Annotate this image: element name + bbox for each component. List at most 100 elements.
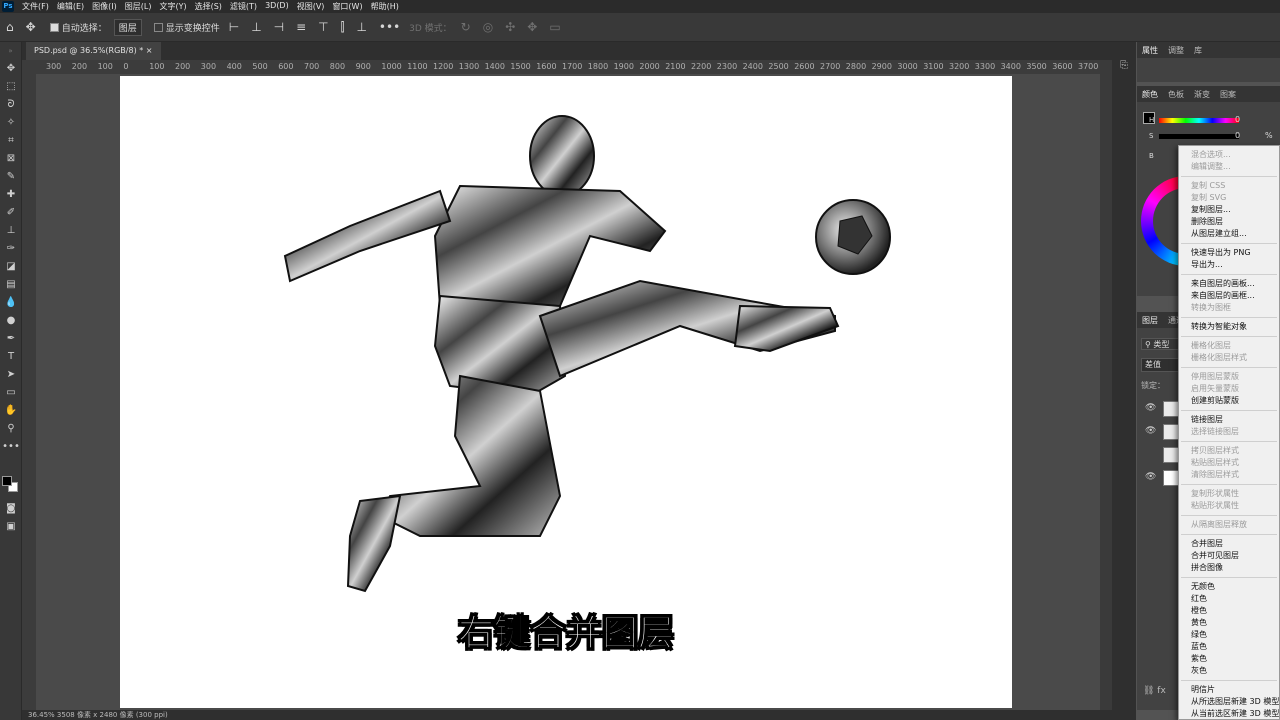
panel-tab[interactable]: 库 bbox=[1194, 45, 1202, 56]
healing-brush-icon[interactable]: ✚ bbox=[0, 186, 22, 204]
pen-tool-icon[interactable]: ✒ bbox=[0, 330, 22, 348]
link-layers-icon[interactable]: ⛓ fx bbox=[1143, 686, 1166, 696]
roll-3d-icon[interactable]: ◎ bbox=[483, 20, 493, 34]
context-menu-item[interactable]: 绿色 bbox=[1179, 629, 1279, 641]
menu-item[interactable]: 选择(S) bbox=[195, 1, 222, 12]
screen-mode-icon[interactable]: ▣ bbox=[0, 518, 22, 536]
hand-tool-icon[interactable]: ✋ bbox=[0, 402, 22, 420]
context-menu-item[interactable]: 从当前选区新建 3D 模型 bbox=[1179, 708, 1279, 720]
move-tool-icon[interactable]: ✥ bbox=[0, 60, 22, 78]
move-tool-icon[interactable]: ✥ bbox=[26, 20, 36, 34]
type-tool-icon[interactable]: T bbox=[0, 348, 22, 366]
context-menu-item[interactable]: 灰色 bbox=[1179, 665, 1279, 677]
align-center-icon[interactable]: ⊥ bbox=[251, 20, 261, 34]
saturation-slider[interactable] bbox=[1159, 134, 1239, 139]
visibility-eye-icon[interactable]: 👁 bbox=[1145, 472, 1156, 482]
context-menu-item[interactable]: 来自图层的画板... bbox=[1179, 278, 1279, 290]
saturation-value[interactable]: 0 bbox=[1235, 131, 1240, 140]
crop-tool-icon[interactable]: ⌗ bbox=[0, 132, 22, 150]
quick-mask-icon[interactable]: ◙ bbox=[0, 500, 22, 518]
lasso-tool-icon[interactable]: ᘐ bbox=[0, 96, 22, 114]
panel-tab[interactable]: 色板 bbox=[1168, 89, 1184, 100]
align-top-icon[interactable]: ⊤ bbox=[318, 20, 328, 34]
stamp-tool-icon[interactable]: ⊥ bbox=[0, 222, 22, 240]
visibility-eye-icon[interactable]: 👁 bbox=[1145, 426, 1156, 436]
menu-item[interactable]: 编辑(E) bbox=[57, 1, 84, 12]
align-left-icon[interactable]: ⊢ bbox=[229, 20, 239, 34]
context-menu-item[interactable]: 链接图层 bbox=[1179, 414, 1279, 426]
auto-select-dropdown[interactable]: 图层 bbox=[113, 18, 142, 36]
show-transform-checkbox[interactable] bbox=[153, 22, 163, 32]
context-menu-item[interactable]: 紫色 bbox=[1179, 653, 1279, 665]
pan-3d-icon[interactable]: ✣ bbox=[505, 20, 515, 34]
context-menu-item[interactable]: 合并可见图层 bbox=[1179, 550, 1279, 562]
menu-item[interactable]: 视图(V) bbox=[297, 1, 325, 12]
menu-item[interactable]: 窗口(W) bbox=[332, 1, 362, 12]
hue-value[interactable]: 0 bbox=[1235, 115, 1240, 124]
menu-item[interactable]: 滤镜(T) bbox=[230, 1, 257, 12]
panel-tab[interactable]: 图案 bbox=[1220, 89, 1236, 100]
path-select-icon[interactable]: ➤ bbox=[0, 366, 22, 384]
marquee-tool-icon[interactable]: ⬚ bbox=[0, 78, 22, 96]
context-menu-item[interactable]: 复制图层... bbox=[1179, 204, 1279, 216]
canvas-area[interactable]: 右键合并图层 bbox=[36, 74, 1100, 710]
menu-item[interactable]: 图像(I) bbox=[92, 1, 117, 12]
home-icon[interactable]: ⌂ bbox=[6, 20, 14, 34]
collapse-icon[interactable]: » bbox=[0, 42, 21, 60]
context-menu-item[interactable]: 来自图层的画框... bbox=[1179, 290, 1279, 302]
video-camera-icon[interactable]: ▭ bbox=[549, 20, 560, 34]
auto-select-checkbox[interactable] bbox=[49, 22, 59, 32]
align-right-icon[interactable]: ⊣ bbox=[274, 20, 284, 34]
visibility-eye-icon[interactable]: 👁 bbox=[1145, 403, 1156, 413]
frame-tool-icon[interactable]: ⊠ bbox=[0, 150, 22, 168]
more-options-icon[interactable]: ••• bbox=[379, 20, 400, 34]
menu-item[interactable]: 文件(F) bbox=[22, 1, 49, 12]
magic-wand-icon[interactable]: ✧ bbox=[0, 114, 22, 132]
context-menu-item[interactable]: 合并图层 bbox=[1179, 538, 1279, 550]
menu-item[interactable]: 帮助(H) bbox=[371, 1, 399, 12]
align-bottom-icon[interactable]: ⊥ bbox=[356, 20, 366, 34]
context-menu-item[interactable]: 蓝色 bbox=[1179, 641, 1279, 653]
eraser-icon[interactable]: ◪ bbox=[0, 258, 22, 276]
document-canvas[interactable]: 右键合并图层 bbox=[120, 76, 1012, 708]
blur-tool-icon[interactable]: 💧 bbox=[0, 294, 22, 312]
distribute-icon[interactable]: ≡ bbox=[296, 20, 306, 34]
hue-slider[interactable] bbox=[1159, 118, 1239, 123]
gradient-tool-icon[interactable]: ▤ bbox=[0, 276, 22, 294]
context-menu-item[interactable]: 红色 bbox=[1179, 593, 1279, 605]
context-menu-item[interactable]: 导出为... bbox=[1179, 259, 1279, 271]
panel-tab[interactable]: 调整 bbox=[1168, 45, 1184, 56]
context-menu-item[interactable]: 明信片 bbox=[1179, 684, 1279, 696]
context-menu-item[interactable]: 转换为智能对象 bbox=[1179, 321, 1279, 333]
close-icon[interactable]: × bbox=[146, 46, 153, 55]
context-menu-item[interactable]: 快速导出为 PNG bbox=[1179, 247, 1279, 259]
context-menu-item[interactable]: 从所选图层新建 3D 模型 bbox=[1179, 696, 1279, 708]
edit-toolbar-icon[interactable]: ••• bbox=[0, 438, 22, 456]
history-icon[interactable]: ⎘ bbox=[1112, 60, 1136, 71]
panel-tab[interactable]: 属性 bbox=[1142, 45, 1158, 56]
dodge-tool-icon[interactable]: ● bbox=[0, 312, 22, 330]
eyedropper-icon[interactable]: ✎ bbox=[0, 168, 22, 186]
context-menu-item[interactable]: 从图层建立组... bbox=[1179, 228, 1279, 240]
rectangle-tool-icon[interactable]: ▭ bbox=[0, 384, 22, 402]
context-menu-item[interactable]: 无颜色 bbox=[1179, 581, 1279, 593]
context-menu-item[interactable]: 创建剪贴蒙版 bbox=[1179, 395, 1279, 407]
menu-item[interactable]: 3D(D) bbox=[265, 1, 289, 12]
menu-item[interactable]: 文字(Y) bbox=[159, 1, 186, 12]
panel-tab[interactable]: 颜色 bbox=[1142, 89, 1158, 100]
context-menu-item[interactable]: 橙色 bbox=[1179, 605, 1279, 617]
context-menu-item[interactable]: 拼合图像 bbox=[1179, 562, 1279, 574]
context-menu-item[interactable]: 删除图层 bbox=[1179, 216, 1279, 228]
rotate-3d-icon[interactable]: ↻ bbox=[461, 20, 471, 34]
history-brush-icon[interactable]: ✑ bbox=[0, 240, 22, 258]
document-tab[interactable]: PSD.psd @ 36.5%(RGB/8) * × bbox=[26, 42, 161, 60]
panel-tab[interactable]: 图层 bbox=[1142, 315, 1158, 326]
menu-item[interactable]: 图层(L) bbox=[125, 1, 152, 12]
panel-tab[interactable]: 渐变 bbox=[1194, 89, 1210, 100]
slide-3d-icon[interactable]: ✥ bbox=[527, 20, 537, 34]
brush-tool-icon[interactable]: ✐ bbox=[0, 204, 22, 222]
align-middle-icon[interactable]: ⫿ bbox=[341, 20, 345, 35]
context-menu-item[interactable]: 黄色 bbox=[1179, 617, 1279, 629]
vertical-scrollbar[interactable] bbox=[1100, 60, 1112, 710]
foreground-color-swatch[interactable] bbox=[2, 476, 12, 486]
